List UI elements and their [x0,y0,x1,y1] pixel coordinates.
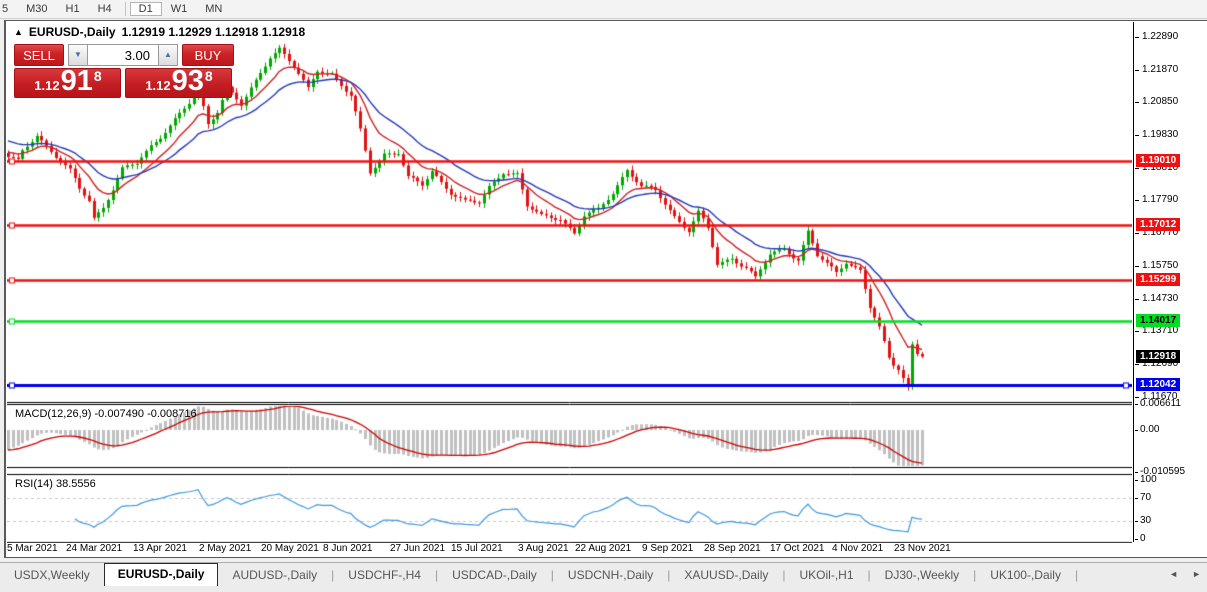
date-tick-label: 23 Nov 2021 [894,543,951,554]
rsi-label: RSI(14) 38.5556 [15,478,96,490]
sell-price-prefix: 1.12 [34,78,59,93]
date-tick-label: 17 Oct 2021 [770,543,824,554]
buy-price-display[interactable]: 1.12938 [125,68,232,98]
date-tick-label: 8 Jun 2021 [323,543,373,554]
date-tick-label: 4 Nov 2021 [832,543,883,554]
tab-scroll-right[interactable]: ► [1192,569,1201,579]
timeframe-button-h1[interactable]: H1 [57,2,89,16]
price-tick-label: 1.15750 [1142,260,1178,271]
tab-dj30-weekly[interactable]: DJ30-,Weekly [871,565,973,586]
buy-price-prefix: 1.12 [145,78,170,93]
timeframe-button-h4[interactable]: H4 [89,2,121,16]
date-tick-label: 5 Mar 2021 [7,543,58,554]
price-level-badge: 1.19010 [1136,154,1180,167]
trade-panel-controls: SELL ▼ ▲ BUY [14,44,236,66]
rsi-value: 38.5556 [56,478,96,490]
volume-decrease-button[interactable]: ▼ [68,44,88,66]
arrow-up-icon: ▲ [164,51,172,59]
one-click-trading-panel: SELL ▼ ▲ BUY 1.12918 1.12938 [14,44,236,98]
price-level-badge: 1.12918 [1136,350,1180,363]
tab-usdchf-h4[interactable]: USDCHF-,H4 [334,565,435,586]
buy-price-big: 93 [172,68,204,96]
tab-scroll-left[interactable]: ◄ [1169,569,1178,579]
timeframe-toolbar: 5M30H1H4 D1W1MN [0,0,1207,19]
volume-input[interactable] [88,44,158,66]
price-tick-label: 1.19830 [1142,129,1178,140]
price-tick-label: 1.17790 [1142,194,1178,205]
tab-scroll-controls: ◄ ► [1169,569,1201,579]
date-tick-label: 27 Jun 2021 [390,543,445,554]
timeframe-button-5[interactable]: 5 [0,2,17,16]
price-chart-canvas[interactable] [7,22,1132,556]
sell-price-display[interactable]: 1.12918 [14,68,121,98]
timeframe-button-d1[interactable]: D1 [130,2,162,16]
trade-panel-prices: 1.12918 1.12938 [14,68,236,98]
date-axis[interactable]: 5 Mar 2021 24 Mar 2021 13 Apr 2021 2 May 20… [7,543,1133,556]
chart-ohlc-quotes: 1.12919 1.12929 1.12918 1.12918 [122,25,306,39]
tab-usdcad-daily[interactable]: USDCAD-,Daily [438,565,551,586]
tab-xauusd-daily[interactable]: XAUUSD-,Daily [670,565,782,586]
timeframe-button-mn[interactable]: MN [196,2,231,16]
date-tick-label: 9 Sep 2021 [642,543,693,554]
tab-eurusd-daily[interactable]: EURUSD-,Daily [104,563,219,586]
macd-label: MACD(12,26,9) -0.007490 -0.008716 [15,408,197,420]
chart-title-bar: ▲ EURUSD-,Daily 1.12919 1.12929 1.12918 … [14,25,305,39]
date-tick-label: 2 May 2021 [199,543,251,554]
chart-tab-bar: USDX,WeeklyEURUSD-,DailyAUDUSD-,Daily | US… [0,562,1207,586]
date-tick-label: 3 Aug 2021 [518,543,569,554]
price-tick-label: 1.20850 [1142,96,1178,107]
price-axis[interactable]: 1.228901.218701.208501.198301.188101.177… [1133,22,1206,542]
price-tick-label: 1.14730 [1142,293,1178,304]
tab-audusd-daily[interactable]: AUDUSD-,Daily [218,565,331,586]
macd-axis-label: 0.00 [1140,424,1159,435]
rsi-name: RSI(14) [15,478,53,490]
date-tick-label: 20 May 2021 [261,543,319,554]
price-level-badge: 1.14017 [1136,314,1180,327]
rsi-axis-label: 0 [1140,533,1146,544]
sell-price-big: 91 [61,68,93,96]
sell-button[interactable]: SELL [14,44,64,66]
rsi-axis-label: 30 [1140,515,1151,526]
date-tick-label: 24 Mar 2021 [66,543,122,554]
date-tick-label: 22 Aug 2021 [575,543,631,554]
macd-name: MACD(12,26,9) [15,408,91,420]
chart-symbol-label: EURUSD-,Daily [29,25,116,39]
collapse-triangle-icon[interactable]: ▲ [14,28,23,37]
sell-price-pip: 8 [94,68,102,84]
volume-increase-button[interactable]: ▲ [158,44,178,66]
macd-axis-label: 0.006611 [1140,398,1181,409]
date-tick-label: 28 Sep 2021 [704,543,761,554]
date-tick-label: 13 Apr 2021 [133,543,187,554]
timeframe-button-m30[interactable]: M30 [17,2,56,16]
tab-usdx-weekly[interactable]: USDX,Weekly [0,565,104,586]
tab-separator: | [1075,565,1078,586]
status-strip [0,586,1207,592]
rsi-axis-label: 100 [1140,474,1157,485]
timeframe-button-w1[interactable]: W1 [162,2,197,16]
price-level-badge: 1.17012 [1136,218,1180,231]
chart-window: ▲ EURUSD-,Daily 1.12919 1.12929 1.12918 … [4,20,1207,558]
macd-values: -0.007490 -0.008716 [94,408,196,420]
rsi-axis-label: 70 [1140,492,1151,503]
price-tick-label: 1.21870 [1142,64,1178,75]
tab-uk100-daily[interactable]: UK100-,Daily [976,565,1075,586]
buy-price-pip: 8 [205,68,213,84]
arrow-down-icon: ▼ [74,51,82,59]
price-level-badge: 1.15299 [1136,273,1180,286]
tab-ukoil-h1[interactable]: UKOil-,H1 [786,565,868,586]
toolbar-separator [125,2,126,16]
price-tick-label: 1.22890 [1142,31,1178,42]
tab-usdcnh-daily[interactable]: USDCNH-,Daily [554,565,667,586]
mt4-terminal: 5M30H1H4 D1W1MN ▲ EURUSD-,Daily 1.12919 1… [0,0,1207,592]
date-tick-label: 15 Jul 2021 [451,543,503,554]
buy-button[interactable]: BUY [182,44,234,66]
price-level-badge: 1.12042 [1136,378,1180,391]
